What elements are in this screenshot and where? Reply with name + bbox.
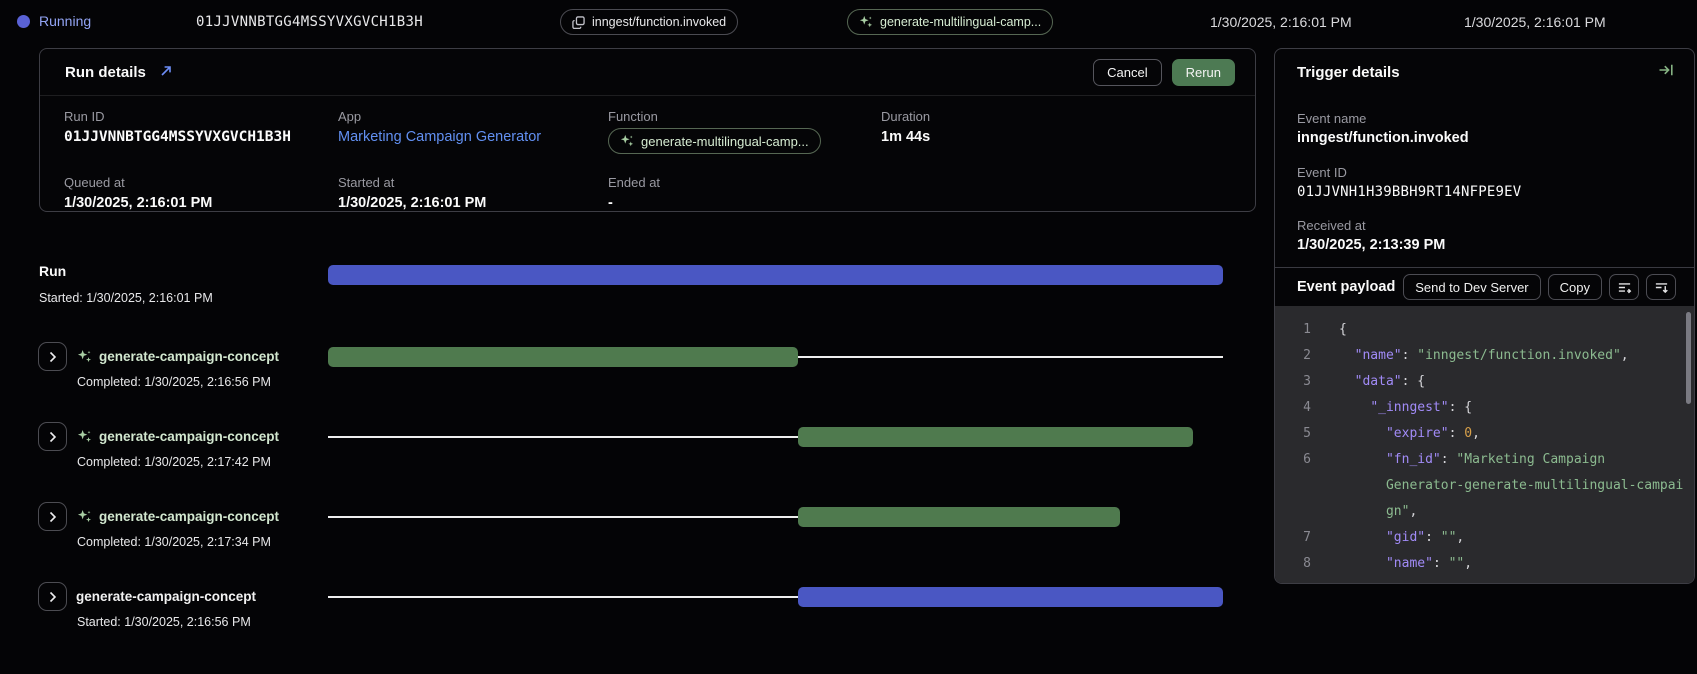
chevron-right-icon: [49, 431, 57, 443]
collapse-panel-icon[interactable]: [1658, 62, 1674, 83]
timeline-step-row: generate-campaign-concept Completed: 1/30…: [38, 502, 308, 554]
code-line: Generator-generate-multilingual-campai: [1275, 473, 1684, 499]
sparkles-icon: [77, 349, 92, 364]
inngest-run-page: Running 01JJVNNBTGG4MSSYVXGVCH1B3H innge…: [0, 0, 1697, 674]
expand-step-button[interactable]: [38, 582, 67, 611]
scroll-to-bottom-icon: [1654, 280, 1669, 295]
code-line: 4 "_inngest": {: [1275, 395, 1684, 421]
line-number: 8: [1275, 551, 1311, 577]
scroll-to-bottom-button[interactable]: [1646, 274, 1676, 300]
json-code: 1{2 "name": "inngest/function.invoked",3…: [1275, 317, 1684, 583]
timeline-run-label: Run: [39, 263, 66, 279]
step-status-line: Completed: 1/30/2025, 2:17:34 PM: [77, 535, 271, 549]
step-status-line: Completed: 1/30/2025, 2:16:56 PM: [77, 375, 271, 389]
code-line-text: gn",: [1339, 504, 1417, 519]
timeline-step-row: generate-campaign-concept Completed: 1/30…: [38, 342, 308, 394]
timeline-step-bar[interactable]: [798, 587, 1223, 607]
event-payload-code: 1{2 "name": "inngest/function.invoked",3…: [1275, 306, 1694, 583]
timeline-run-status-line: Started: 1/30/2025, 2:16:01 PM: [39, 291, 213, 305]
code-line: 9 "source_app_id": "",: [1275, 577, 1684, 583]
field-received-at: Received at 1/30/2025, 2:13:39 PM: [1297, 218, 1445, 253]
code-line: 5 "expire": 0,: [1275, 421, 1684, 447]
code-line-text: {: [1339, 322, 1347, 337]
code-line: 8 "name": "",: [1275, 551, 1684, 577]
line-number: 5: [1275, 421, 1311, 447]
chevron-right-icon: [49, 511, 57, 523]
trigger-details-title: Trigger details: [1297, 64, 1400, 81]
code-line: 7 "gid": "",: [1275, 525, 1684, 551]
code-line-text: "_inngest": {: [1339, 400, 1472, 415]
trigger-details-panel: Trigger details Event name inngest/funct…: [1274, 48, 1695, 584]
timeline-connector-line: [328, 596, 798, 598]
wrap-text-icon: [1617, 280, 1632, 295]
field-event-name: Event name inngest/function.invoked: [1297, 111, 1469, 146]
timeline-step-row: generate-campaign-concept Started: 1/30/2…: [38, 582, 308, 634]
timeline-step-row: generate-campaign-concept Completed: 1/30…: [38, 422, 308, 474]
field-event-id: Event ID 01JJVNH1H39BBH9RT14NFPE9EV: [1297, 165, 1521, 200]
code-line: gn",: [1275, 499, 1684, 525]
line-number: 4: [1275, 395, 1311, 421]
timeline-run-bar[interactable]: [328, 265, 1223, 285]
copy-button[interactable]: Copy: [1548, 274, 1602, 300]
line-number: 9: [1275, 577, 1311, 583]
sparkles-icon: [77, 429, 92, 444]
line-number: 3: [1275, 369, 1311, 395]
line-number: 1: [1275, 317, 1311, 343]
step-name[interactable]: generate-campaign-concept: [99, 349, 279, 364]
line-number: 2: [1275, 343, 1311, 369]
sparkles-icon: [77, 509, 92, 524]
wrap-text-button[interactable]: [1609, 274, 1639, 300]
step-status-line: Completed: 1/30/2025, 2:17:42 PM: [77, 455, 271, 469]
event-payload-header: Event payload Send to Dev Server Copy: [1275, 267, 1694, 306]
code-line: 6 "fn_id": "Marketing Campaign: [1275, 447, 1684, 473]
step-name[interactable]: generate-campaign-concept: [99, 509, 279, 524]
expand-step-button[interactable]: [38, 342, 67, 371]
chevron-right-icon: [49, 351, 57, 363]
code-line-text: "name": "",: [1339, 556, 1472, 571]
timeline-connector-line: [328, 436, 798, 438]
code-line-text: "name": "inngest/function.invoked",: [1339, 348, 1629, 363]
event-id-value: 01JJVNH1H39BBH9RT14NFPE9EV: [1297, 184, 1521, 200]
code-line-text: "gid": "",: [1339, 530, 1464, 545]
timeline-step-bar[interactable]: [328, 347, 798, 367]
code-line: 3 "data": {: [1275, 369, 1684, 395]
trigger-details-header: Trigger details: [1275, 49, 1694, 96]
timeline-connector-line: [328, 516, 798, 518]
timeline-step-bar[interactable]: [798, 427, 1193, 447]
timeline-step-bar[interactable]: [798, 507, 1120, 527]
code-line-text: "data": {: [1339, 374, 1425, 389]
code-line: 1{: [1275, 317, 1684, 343]
expand-step-button[interactable]: [38, 502, 67, 531]
event-payload-title: Event payload: [1297, 279, 1395, 295]
send-to-dev-server-button[interactable]: Send to Dev Server: [1403, 274, 1540, 300]
expand-step-button[interactable]: [38, 422, 67, 451]
code-line-text: "expire": 0,: [1339, 426, 1480, 441]
code-line-text: "fn_id": "Marketing Campaign: [1339, 452, 1605, 467]
timeline-connector-line: [798, 356, 1223, 358]
code-scrollbar[interactable]: [1686, 312, 1691, 404]
code-line-text: Generator-generate-multilingual-campai: [1339, 478, 1683, 493]
line-number: 6: [1275, 447, 1311, 473]
code-line: 2 "name": "inngest/function.invoked",: [1275, 343, 1684, 369]
step-status-line: Started: 1/30/2025, 2:16:56 PM: [77, 615, 251, 629]
chevron-right-icon: [49, 591, 57, 603]
step-name[interactable]: generate-campaign-concept: [99, 429, 279, 444]
code-line-text: "source_app_id": "",: [1339, 582, 1543, 583]
step-name[interactable]: generate-campaign-concept: [76, 589, 256, 604]
line-number: 7: [1275, 525, 1311, 551]
